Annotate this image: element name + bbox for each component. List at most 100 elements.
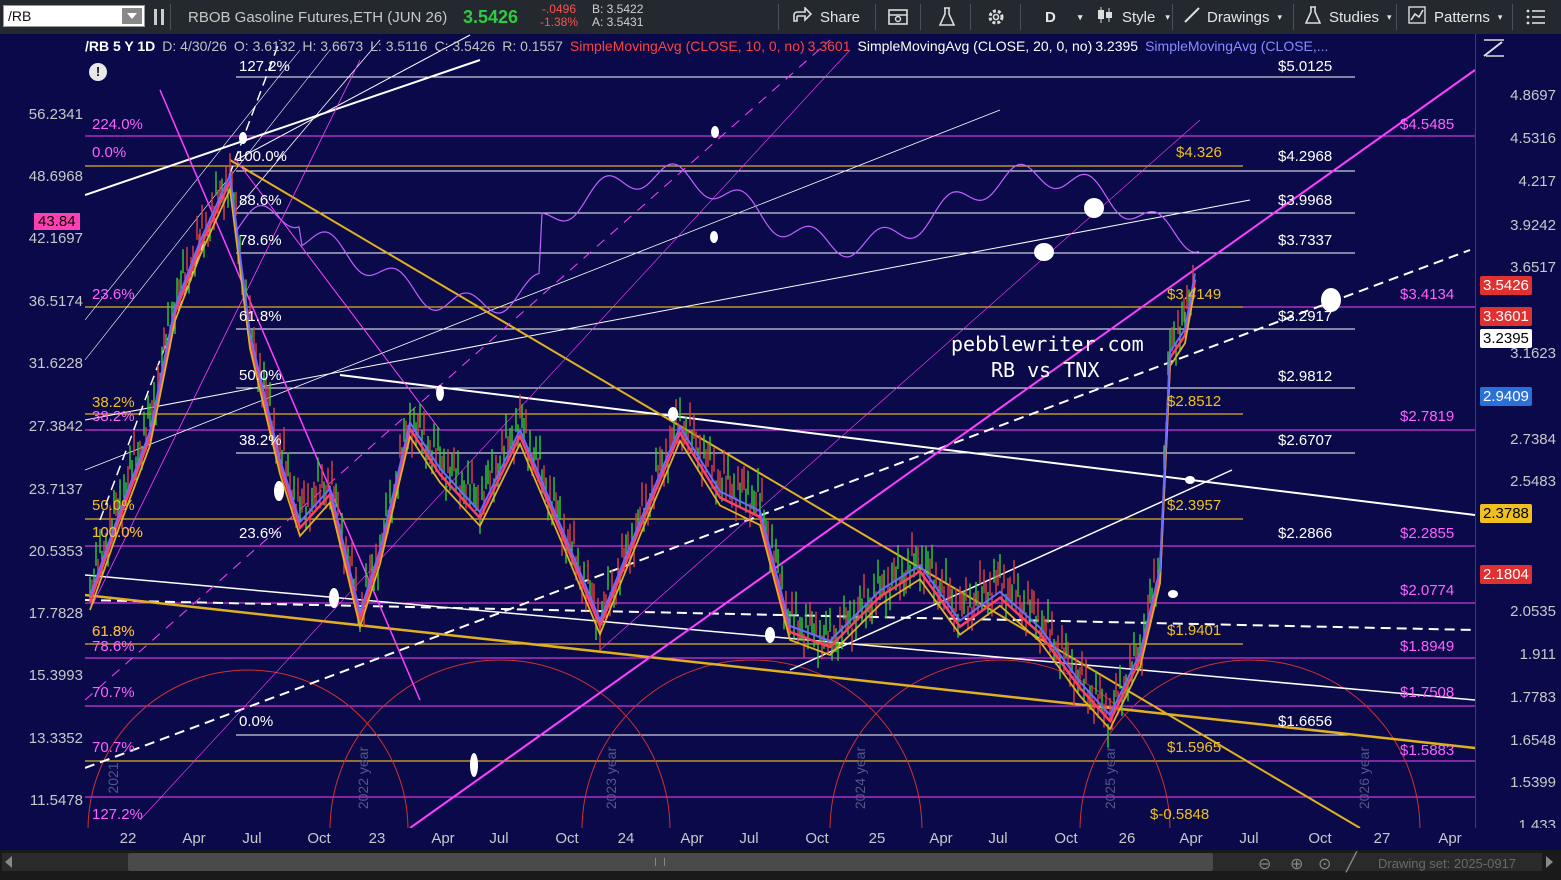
time-tick-label: Apr (1179, 830, 1203, 847)
trend-line (229, 159, 1361, 828)
price-tag: 3.3601 (1480, 307, 1532, 326)
fib-label-white: 88.6% (239, 192, 282, 209)
share-button[interactable]: Share (792, 0, 860, 34)
zoom-fit-icon[interactable]: ⊙ (1318, 854, 1331, 874)
legend-sma20-label[interactable]: SimpleMovingAvg (CLOSE, 20, 0, no) (858, 38, 1093, 54)
price-axis[interactable]: 4.8697 4.5316 4.217 3.9242 3.6517 3.1623 2.738… (1475, 34, 1561, 834)
pencil-icon (1183, 6, 1201, 28)
price-tag: 3.5426 (1480, 276, 1532, 295)
level-label-white: $1.6656 (1278, 713, 1333, 730)
chart-area[interactable]: pebblewriter.com RB vs TNX ! $5.0125 $4.2… (85, 34, 1475, 828)
scroll-left-icon[interactable] (5, 856, 12, 868)
time-tick-label: Oct (1054, 830, 1078, 847)
level-label-white: $3.9968 (1278, 192, 1333, 209)
time-tick-label: 23 (368, 830, 386, 847)
fib-label-gold: 100.0% (92, 524, 143, 541)
scroll-grip-icon[interactable] (655, 858, 665, 866)
trend-line (85, 109, 1001, 471)
pivot-marker (765, 627, 775, 643)
time-tick-label: Jul (739, 830, 759, 847)
left-tick-label: 11.5478 (29, 792, 83, 809)
left-price-axis: 56.2341 48.6968 42.1697 36.5174 31.6228 27.38… (0, 34, 85, 828)
zoom-out-icon[interactable]: ⊖ (1258, 854, 1271, 874)
style-button[interactable]: Style ▾ (1096, 0, 1170, 34)
toolbar: /RB RBOB Gasoline Futures,ETH (JUN 26) 3… (0, 0, 1561, 35)
pivot-marker (470, 753, 478, 777)
level-label-gold: $1.5965 (1167, 739, 1222, 756)
change-percent: -1.38% (540, 15, 579, 29)
style-label: Style (1122, 8, 1156, 26)
menu-icon[interactable] (1526, 0, 1546, 34)
symbol-dropdown-icon[interactable] (122, 8, 142, 24)
chart-legend: /RB 5 Y 1D D: 4/30/26 O: 3.6132 H: 3.667… (85, 35, 1475, 57)
trend-line (789, 469, 1233, 671)
zoom-in-icon[interactable]: ⊕ (1290, 854, 1303, 874)
draw-line-icon[interactable]: ╱ (1346, 852, 1357, 873)
watermark-site: pebblewriter.com (951, 332, 1144, 356)
ask-value: A: 3.5431 (592, 15, 644, 29)
level-label-magenta: $2.2855 (1400, 525, 1455, 542)
patterns-button[interactable]: Patterns ▾ (1408, 0, 1502, 34)
cycle-label: 2025 year (1102, 746, 1118, 810)
price-tick-label: 1.6548 (1510, 732, 1556, 749)
cycle-arc (329, 659, 671, 828)
time-tick-label: 27 (1373, 830, 1391, 847)
level-label-white: $2.6707 (1278, 432, 1333, 449)
pivot-marker (274, 481, 284, 501)
scroll-right-icon[interactable] (1546, 856, 1553, 868)
left-tick-label: 56.2341 (28, 106, 83, 123)
legend-sma-other-label[interactable]: SimpleMovingAvg (CLOSE,... (1145, 38, 1328, 54)
fib-label-magenta: 0.0% (92, 144, 127, 161)
level-label-white: $3.2917 (1278, 308, 1333, 325)
axis-toggle-icon[interactable] (1482, 38, 1506, 63)
trend-line (85, 59, 481, 196)
legend-sma10-label[interactable]: SimpleMovingAvg (CLOSE, 10, 0, no) (570, 38, 805, 54)
interval-label: D (1045, 8, 1056, 26)
scroll-thumb[interactable] (128, 853, 1213, 871)
symbol-value: /RB (8, 8, 32, 24)
studies-button[interactable]: Studies ▾ (1304, 0, 1392, 34)
price-tag: 3.2395 (1480, 329, 1532, 348)
time-tick-label: Jul (1239, 830, 1259, 847)
drawings-button[interactable]: Drawings ▾ (1183, 0, 1282, 34)
time-axis[interactable]: 22 Apr Jul Oct 23 Apr Jul Oct 24 Apr Jul Oct 25 Apr Ju… (0, 828, 1561, 850)
legend-range: R: 0.1557 (502, 38, 563, 54)
fib-label-white: 100.0% (236, 148, 287, 165)
time-tick-label: Jul (489, 830, 509, 847)
fib-label-magenta: 224.0% (92, 116, 143, 133)
left-tick-label: 48.6968 (28, 168, 83, 185)
pivot-marker (668, 407, 678, 421)
price-tick-label: 3.9242 (1510, 217, 1556, 234)
level-label-gold: $3.4149 (1167, 286, 1222, 303)
flask-icon[interactable] (938, 0, 956, 34)
level-label-white: $2.9812 (1278, 368, 1333, 385)
fib-label-white: 61.8% (239, 308, 282, 325)
fib-label-white: 0.0% (239, 713, 274, 730)
time-tick-label: Apr (1438, 830, 1462, 847)
alert-icon[interactable]: ! (89, 63, 107, 81)
left-tick-label: 20.5353 (28, 543, 83, 560)
pivot-marker (1185, 476, 1195, 484)
symbol-input[interactable]: /RB (3, 5, 145, 27)
chart-canvas (85, 34, 1475, 828)
patterns-label: Patterns (1434, 8, 1490, 26)
chevron-down-icon: ▾ (1165, 11, 1170, 22)
symbol-description: RBOB Gasoline Futures,ETH (JUN 26) (188, 8, 448, 26)
left-tick-label: 31.6228 (28, 355, 83, 372)
price-tick-label: 1.5399 (1510, 774, 1556, 791)
pivot-marker (710, 231, 718, 243)
trend-line (85, 593, 1475, 750)
cycle-label: 2022 year (355, 746, 371, 810)
fib-label-gold: 50.0% (92, 497, 135, 514)
scroll-bar[interactable]: ⊖ ⊕ ⊙ ╱ Drawing set: 2025-0917 (0, 850, 1561, 880)
gear-icon[interactable] (986, 0, 1006, 34)
layout-icon[interactable] (888, 0, 908, 34)
time-tick-label: Apr (182, 830, 206, 847)
left-price-tag: 43.84 (34, 213, 80, 230)
pivot-marker (1168, 590, 1178, 598)
level-label-magenta: $1.5883 (1400, 742, 1455, 759)
sliders-icon[interactable] (152, 0, 166, 34)
price-tick-label: 1.7783 (1510, 689, 1556, 706)
legend-high: H: 3.6673 (302, 38, 364, 54)
interval-selector[interactable]: D ▾ (1045, 0, 1082, 34)
